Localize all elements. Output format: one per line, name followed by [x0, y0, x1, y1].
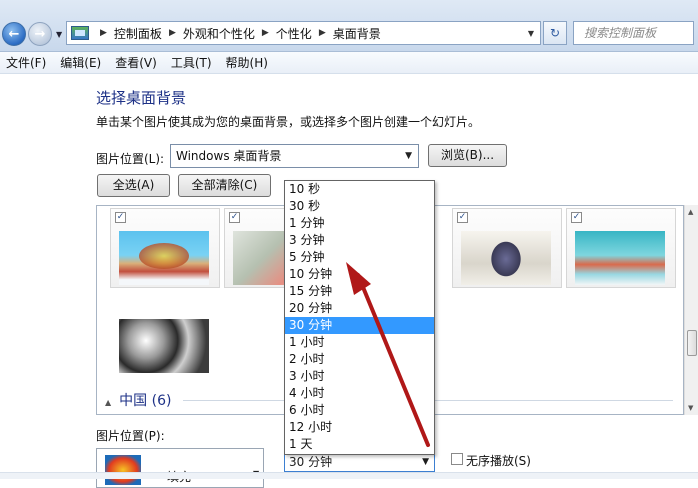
interval-option[interactable]: 1 天: [285, 436, 434, 453]
wallpaper-checkbox[interactable]: ✓: [571, 212, 582, 223]
wallpaper-thumbnail: [119, 319, 209, 373]
wallpaper-checkbox[interactable]: ✓: [229, 212, 240, 223]
address-history-dropdown-icon[interactable]: ▼: [528, 29, 534, 38]
address-bar: ← → ▼ ▶ 控制面板 ▶ 外观和个性化 ▶ 个性化 ▶ 桌面背景 ▼ ↻ 搜…: [0, 0, 698, 52]
collapse-triangle-icon[interactable]: ▲: [105, 398, 111, 407]
breadcrumb-personalization[interactable]: 个性化: [276, 25, 312, 42]
wallpaper-tile[interactable]: ✓: [452, 208, 562, 288]
scroll-up-icon[interactable]: ▲: [688, 208, 693, 216]
menu-edit[interactable]: 编辑(E): [54, 54, 107, 71]
wallpaper-tile[interactable]: ✓: [110, 208, 220, 288]
menu-help[interactable]: 帮助(H): [220, 54, 274, 71]
wallpaper-thumbnail: [119, 231, 209, 285]
back-button[interactable]: ←: [2, 22, 26, 46]
picture-location-value: Windows 桌面背景: [176, 149, 282, 163]
scrollbar-thumb[interactable]: [687, 330, 697, 356]
wallpaper-checkbox[interactable]: ✓: [115, 212, 126, 223]
shuffle-checkbox[interactable]: [451, 453, 463, 465]
chevron-right-icon[interactable]: ▶: [100, 28, 107, 38]
scroll-down-icon[interactable]: ▼: [688, 404, 693, 412]
interval-option[interactable]: 1 分钟: [285, 215, 434, 232]
interval-option[interactable]: 30 秒: [285, 198, 434, 215]
menu-view[interactable]: 查看(V): [109, 54, 163, 71]
group-label: 中国 (6): [119, 393, 172, 409]
browse-button[interactable]: 浏览(B)...: [428, 144, 507, 167]
menu-file[interactable]: 文件(F): [0, 54, 52, 71]
refresh-button[interactable]: ↻: [543, 21, 567, 45]
slideshow-interval-value: 30 分钟: [289, 455, 333, 469]
slideshow-interval-select[interactable]: 30 分钟 ▼: [284, 453, 435, 472]
interval-option[interactable]: 15 分钟: [285, 283, 434, 300]
back-arrow-icon: ←: [8, 26, 20, 42]
breadcrumb-desktop-background[interactable]: 桌面背景: [333, 25, 381, 42]
page-title: 选择桌面背景: [96, 89, 187, 107]
select-all-button[interactable]: 全选(A): [97, 174, 170, 197]
interval-option[interactable]: 5 分钟: [285, 249, 434, 266]
position-preview-image: [105, 455, 141, 485]
recent-pages-dropdown-icon[interactable]: ▼: [56, 30, 62, 39]
bottom-edge: [0, 472, 698, 479]
interval-option[interactable]: 12 小时: [285, 419, 434, 436]
interval-option[interactable]: 2 小时: [285, 351, 434, 368]
breadcrumb[interactable]: ▶ 控制面板 ▶ 外观和个性化 ▶ 个性化 ▶ 桌面背景 ▼: [66, 21, 541, 45]
page-description: 单击某个图片使其成为您的桌面背景，或选择多个图片创建一个幻灯片。: [96, 115, 481, 129]
shuffle-label[interactable]: 无序播放(S): [466, 452, 531, 469]
chevron-down-icon: ▼: [422, 457, 429, 467]
gallery-scrollbar[interactable]: ▲ ▼: [684, 205, 698, 415]
control-panel-icon: [71, 26, 89, 40]
interval-option-selected[interactable]: 30 分钟: [285, 317, 434, 334]
interval-option[interactable]: 4 小时: [285, 385, 434, 402]
breadcrumb-appearance[interactable]: 外观和个性化: [183, 25, 255, 42]
wallpaper-thumbnail: [575, 231, 665, 285]
interval-option[interactable]: 10 秒: [285, 181, 434, 198]
group-header-china[interactable]: ▲ 中国 (6): [105, 390, 171, 410]
breadcrumb-control-panel[interactable]: 控制面板: [114, 25, 162, 42]
interval-option[interactable]: 3 小时: [285, 368, 434, 385]
picture-position-label: 图片位置(P):: [96, 429, 165, 443]
slideshow-interval-list[interactable]: 10 秒 30 秒 1 分钟 3 分钟 5 分钟 10 分钟 15 分钟 20 …: [284, 180, 435, 455]
interval-option[interactable]: 20 分钟: [285, 300, 434, 317]
interval-option[interactable]: 1 小时: [285, 334, 434, 351]
wallpaper-tile[interactable]: [110, 298, 220, 378]
chevron-right-icon[interactable]: ▶: [169, 28, 176, 38]
wallpaper-checkbox[interactable]: ✓: [457, 212, 468, 223]
chevron-down-icon: ▼: [405, 151, 412, 161]
refresh-icon: ↻: [549, 26, 561, 40]
forward-arrow-icon: →: [34, 26, 46, 42]
picture-location-label: 图片位置(L):: [96, 152, 165, 166]
interval-option[interactable]: 3 分钟: [285, 232, 434, 249]
clear-all-button[interactable]: 全部清除(C): [178, 174, 271, 197]
chevron-right-icon[interactable]: ▶: [262, 28, 269, 38]
wallpaper-thumbnail: [461, 231, 551, 285]
wallpaper-tile[interactable]: ✓: [566, 208, 676, 288]
menu-bar: 文件(F) 编辑(E) 查看(V) 工具(T) 帮助(H): [0, 52, 698, 74]
forward-button[interactable]: →: [28, 22, 52, 46]
chevron-right-icon[interactable]: ▶: [319, 28, 326, 38]
picture-position-select[interactable]: 填充 ▼: [96, 448, 264, 488]
picture-location-select[interactable]: Windows 桌面背景 ▼: [170, 144, 419, 168]
search-input[interactable]: 搜索控制面板: [573, 21, 694, 45]
menu-tools[interactable]: 工具(T): [165, 54, 218, 71]
interval-option[interactable]: 10 分钟: [285, 266, 434, 283]
interval-option[interactable]: 6 小时: [285, 402, 434, 419]
